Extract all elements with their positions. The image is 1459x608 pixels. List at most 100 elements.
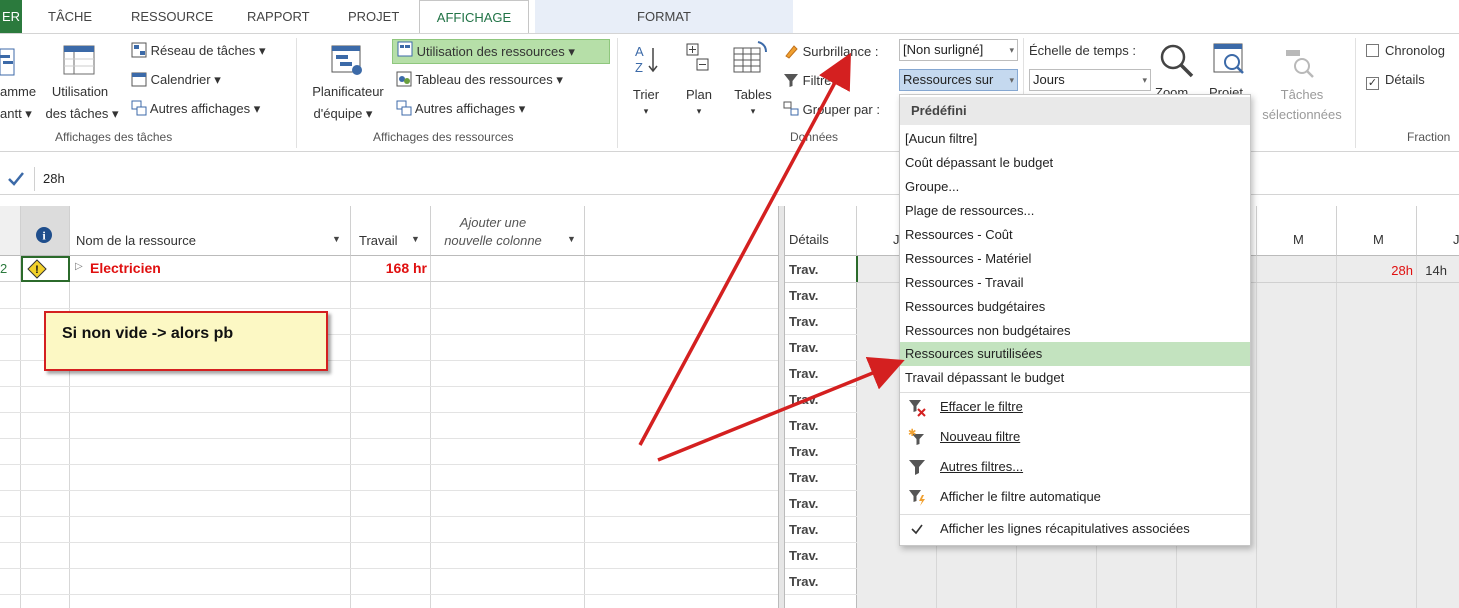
column-header-details[interactable]: Détails	[785, 206, 857, 256]
row-header-corner	[0, 206, 21, 256]
menu-item-overallocated-resources[interactable]: Ressources surutilisées	[900, 342, 1250, 366]
menu-item-no-filter[interactable]: [Aucun filtre]	[900, 127, 1250, 151]
table-row[interactable]: 2 ! ▷ Electricien 168 hr	[0, 256, 778, 282]
timeline-checkbox[interactable]: Chronolog	[1366, 43, 1445, 58]
selected-tasks-label-1[interactable]: Tâches	[1256, 87, 1348, 102]
menu-action-clear-filter[interactable]: Effacer le filtre	[900, 393, 1250, 421]
calendar-button[interactable]: Calendrier ▾	[131, 71, 221, 90]
overallocated-warning-icon: !	[21, 256, 70, 282]
entire-project-icon	[1212, 42, 1246, 78]
tab-file[interactable]: ER	[0, 0, 22, 33]
detail-label: Trav.	[789, 496, 819, 511]
detail-label: Trav.	[789, 548, 819, 563]
other-views-icon	[396, 100, 412, 119]
tab-report[interactable]: RAPPORT	[247, 0, 310, 33]
team-planner-label-2[interactable]: d'équipe ▾	[303, 106, 383, 122]
menu-item-group[interactable]: Groupe...	[900, 175, 1250, 199]
group-separator	[1355, 38, 1356, 148]
resource-views-group-label: Affichages des ressources	[373, 130, 514, 144]
callout-text: Si non vide -> alors pb	[62, 325, 234, 342]
svg-text:✱: ✱	[908, 428, 916, 439]
detail-label: Trav.	[789, 314, 819, 329]
info-icon: i	[35, 226, 53, 244]
detail-label: Trav.	[789, 444, 819, 459]
column-filter-arrow[interactable]: ▼	[567, 234, 576, 244]
selected-tasks-icon	[1284, 48, 1314, 78]
entry-bar-divider	[34, 167, 35, 191]
menu-item-resources-material[interactable]: Ressources - Matériel	[900, 247, 1250, 271]
day-header: M	[1257, 206, 1337, 256]
resource-sheet-button[interactable]: Tableau des ressources ▾	[396, 71, 563, 90]
column-header-add-new[interactable]: Ajouter une nouvelle colonne ▼	[431, 206, 585, 256]
filter-dropdown-menu: Prédéfini [Aucun filtre] Coût dépassant …	[899, 94, 1251, 546]
column-header-work[interactable]: Travail ▼	[351, 206, 431, 256]
menu-action-new-filter[interactable]: ✱ Nouveau filtre	[900, 423, 1250, 451]
tables-dropdown-arrow[interactable]: ▾	[730, 106, 776, 117]
outline-dropdown-arrow[interactable]: ▾	[681, 106, 717, 117]
outline-button[interactable]: Plan	[681, 87, 717, 102]
active-cell-marker	[856, 256, 858, 282]
column-filter-arrow[interactable]: ▼	[411, 234, 420, 244]
gantt-button-label-2[interactable]: antt ▾	[0, 106, 32, 122]
checkbox-checked-icon: ✓	[1366, 77, 1379, 90]
menu-item-resources-work[interactable]: Ressources - Travail	[900, 271, 1250, 295]
tab-resource[interactable]: RESSOURCE	[131, 0, 213, 33]
menu-item-non-budget-resources[interactable]: Ressources non budgétaires	[900, 319, 1250, 343]
detail-label: Trav.	[789, 288, 819, 303]
funnel-icon	[783, 72, 799, 91]
timescale-select[interactable]: Jours ▾	[1029, 69, 1151, 91]
menu-item-work-overbudget[interactable]: Travail dépassant le budget	[900, 366, 1250, 390]
enter-check-icon[interactable]	[6, 169, 26, 189]
detail-label: Trav.	[789, 418, 819, 433]
svg-text:Z: Z	[635, 60, 643, 75]
tab-task[interactable]: TÂCHE	[48, 0, 92, 33]
gantt-button-label-1[interactable]: amme	[0, 84, 36, 99]
entry-bar-input[interactable]: 28h	[43, 171, 65, 186]
selected-tasks-label-2[interactable]: sélectionnées	[1256, 107, 1348, 122]
menu-item-cost-overbudget[interactable]: Coût dépassant le budget	[900, 151, 1250, 175]
resource-usage-button[interactable]: Utilisation des ressources ▾	[392, 39, 610, 64]
task-usage-button-label-1[interactable]: Utilisation	[48, 84, 112, 99]
tables-button[interactable]: Tables	[730, 87, 776, 102]
network-diagram-button[interactable]: Réseau de tâches ▾	[131, 42, 266, 61]
gantt-chart-icon	[0, 47, 16, 77]
team-planner-label-1[interactable]: Planificateur	[303, 84, 393, 99]
split-view-group-label: Fraction	[1407, 130, 1451, 144]
column-header-resource-name[interactable]: Nom de la ressource ▼	[70, 206, 351, 256]
other-resource-views-button[interactable]: Autres affichages ▾	[396, 100, 525, 119]
timescale-cells	[1257, 256, 1459, 608]
menu-action-autofilter[interactable]: Afficher le filtre automatique	[900, 483, 1250, 511]
view-split-bar[interactable]	[778, 206, 785, 608]
resource-name-cell[interactable]: Electricien	[90, 260, 161, 276]
highlight-select[interactable]: [Non surligné] ▾	[899, 39, 1018, 61]
details-checkbox[interactable]: ✓ Détails	[1366, 72, 1425, 90]
usage-value-cell[interactable]: 28h	[1337, 263, 1413, 278]
tab-project[interactable]: PROJET	[348, 0, 399, 33]
filter-select[interactable]: Ressources sur ▾	[899, 69, 1018, 91]
column-filter-arrow[interactable]: ▼	[332, 234, 341, 244]
usage-value-cell[interactable]: 14h	[1417, 263, 1447, 278]
other-task-views-button[interactable]: Autres affichages ▾	[131, 100, 260, 119]
task-views-group-label: Affichages des tâches	[55, 130, 173, 144]
tab-format[interactable]: FORMAT	[535, 0, 793, 33]
tab-view[interactable]: AFFICHAGE	[419, 0, 529, 34]
menu-item-resource-range[interactable]: Plage de ressources...	[900, 199, 1250, 223]
menu-action-more-filters[interactable]: Autres filtres...	[900, 453, 1250, 481]
detail-label: Trav.	[789, 392, 819, 407]
expand-triangle-icon[interactable]: ▷	[75, 261, 83, 272]
data-group-label: Données	[790, 130, 839, 144]
menu-item-resources-cost[interactable]: Ressources - Coût	[900, 223, 1250, 247]
detail-label: Trav.	[789, 262, 819, 277]
column-header-indicators[interactable]: i	[21, 206, 70, 256]
group-separator	[617, 38, 618, 148]
funnel-icon	[907, 457, 927, 477]
sort-dropdown-arrow[interactable]: ▾	[628, 106, 664, 117]
row-id: 2	[0, 261, 8, 276]
menu-item-budget-resources[interactable]: Ressources budgétaires	[900, 295, 1250, 319]
sort-button[interactable]: Trier	[628, 87, 664, 102]
resource-sheet-grid: i Nom de la ressource ▼ Travail ▼ Ajoute…	[0, 206, 778, 608]
task-usage-button-label-2[interactable]: des tâches ▾	[44, 106, 120, 122]
annotation-callout: Si non vide -> alors pb	[44, 311, 328, 371]
menu-action-show-summary-rows[interactable]: Afficher les lignes récapitulatives asso…	[900, 515, 1250, 543]
work-cell[interactable]: 168 hr	[351, 260, 427, 276]
